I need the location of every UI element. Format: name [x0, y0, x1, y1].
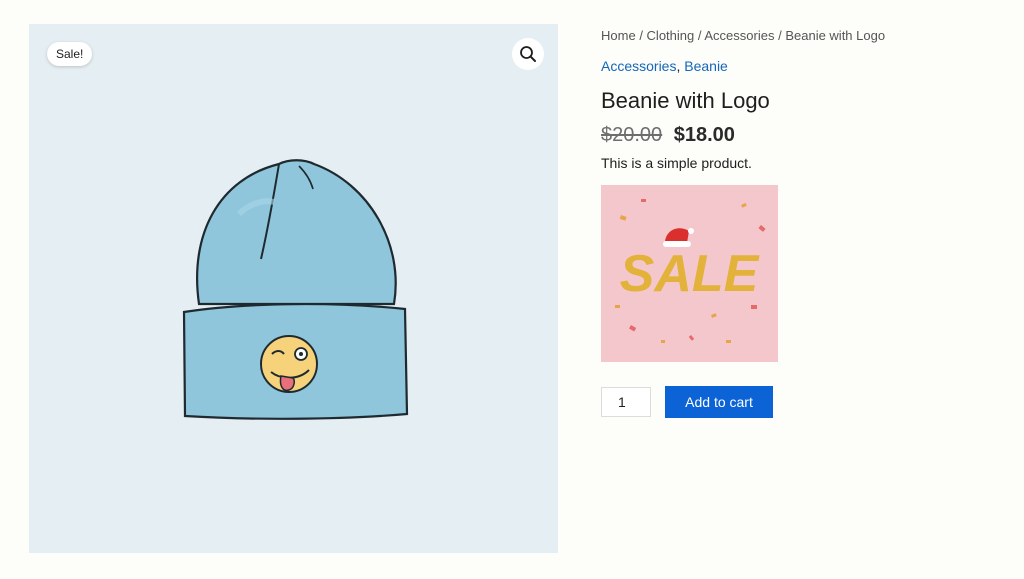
- add-to-cart-button[interactable]: Add to cart: [665, 386, 773, 418]
- zoom-button[interactable]: [512, 38, 544, 70]
- breadcrumb-clothing[interactable]: Clothing: [647, 28, 695, 43]
- breadcrumb: Home / Clothing / Accessories / Beanie w…: [601, 28, 1001, 43]
- category-link-beanie[interactable]: Beanie: [684, 58, 728, 74]
- promo-sale-text: SALE: [620, 245, 760, 303]
- sale-badge: Sale!: [47, 42, 93, 66]
- sale-price: $18.00: [673, 124, 735, 146]
- quantity-input[interactable]: [601, 387, 651, 417]
- beanie-image[interactable]: [179, 154, 409, 424]
- product-price: $20.00 $18.00: [601, 124, 1001, 147]
- add-to-cart-form: Add to cart: [601, 386, 1001, 418]
- product-summary: Home / Clothing / Accessories / Beanie w…: [601, 24, 1001, 418]
- category-link-accessories[interactable]: Accessories: [601, 58, 676, 74]
- product-categories: Accessories, Beanie: [601, 58, 1001, 74]
- product-title: Beanie with Logo: [601, 88, 770, 113]
- breadcrumb-separator: /: [639, 28, 647, 43]
- old-price: $20.00: [601, 124, 663, 146]
- breadcrumb-accessories[interactable]: Accessories: [704, 28, 774, 43]
- product-gallery: Sale!: [29, 24, 558, 553]
- breadcrumb-current: Beanie with Logo: [785, 28, 886, 43]
- product-page: Sale! Home / Clothing / Accessories / Be…: [0, 0, 1024, 579]
- promo-sale-image: SALE: [601, 185, 778, 362]
- confetti-graphic: SALE: [615, 199, 766, 343]
- product-description: This is a simple product.: [601, 155, 752, 171]
- breadcrumb-home[interactable]: Home: [601, 28, 636, 43]
- magnifier-icon: [520, 46, 536, 62]
